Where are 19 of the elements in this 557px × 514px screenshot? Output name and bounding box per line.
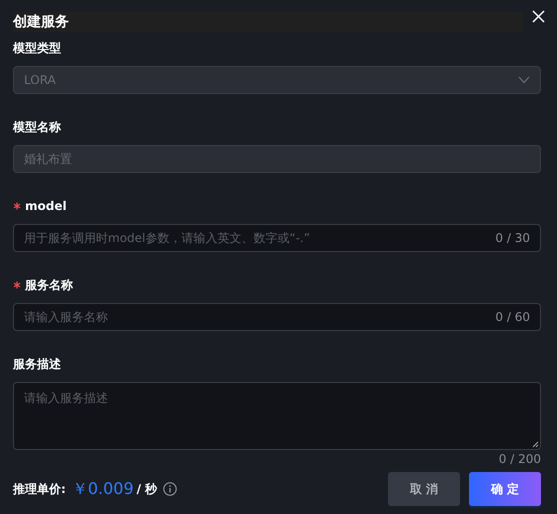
char-counter: 0 / 30	[495, 231, 530, 245]
confirm-button[interactable]: 确 定	[469, 472, 541, 506]
dialog-title: 创建服务	[13, 13, 69, 31]
description-field[interactable]: 请输入服务描述	[13, 382, 541, 450]
resize-handle-icon[interactable]	[532, 441, 539, 448]
field-label: 服务描述	[13, 356, 61, 372]
field-label: 模型名称	[13, 118, 61, 136]
field-label: 模型类型	[13, 40, 61, 56]
char-counter: 0 / 200	[498, 452, 541, 466]
info-icon[interactable]	[163, 482, 178, 496]
cancel-button[interactable]: 取 消	[388, 472, 460, 506]
field-label: 服务名称	[25, 276, 73, 294]
chevron-down-icon	[518, 76, 530, 84]
close-icon[interactable]	[532, 10, 545, 23]
price-unit: / 秒	[136, 480, 158, 498]
field-label: model	[25, 199, 67, 213]
price-label: 推理单价:	[13, 480, 66, 498]
char-counter: 0 / 60	[495, 310, 530, 324]
price-amount: ￥0.009	[72, 478, 134, 500]
